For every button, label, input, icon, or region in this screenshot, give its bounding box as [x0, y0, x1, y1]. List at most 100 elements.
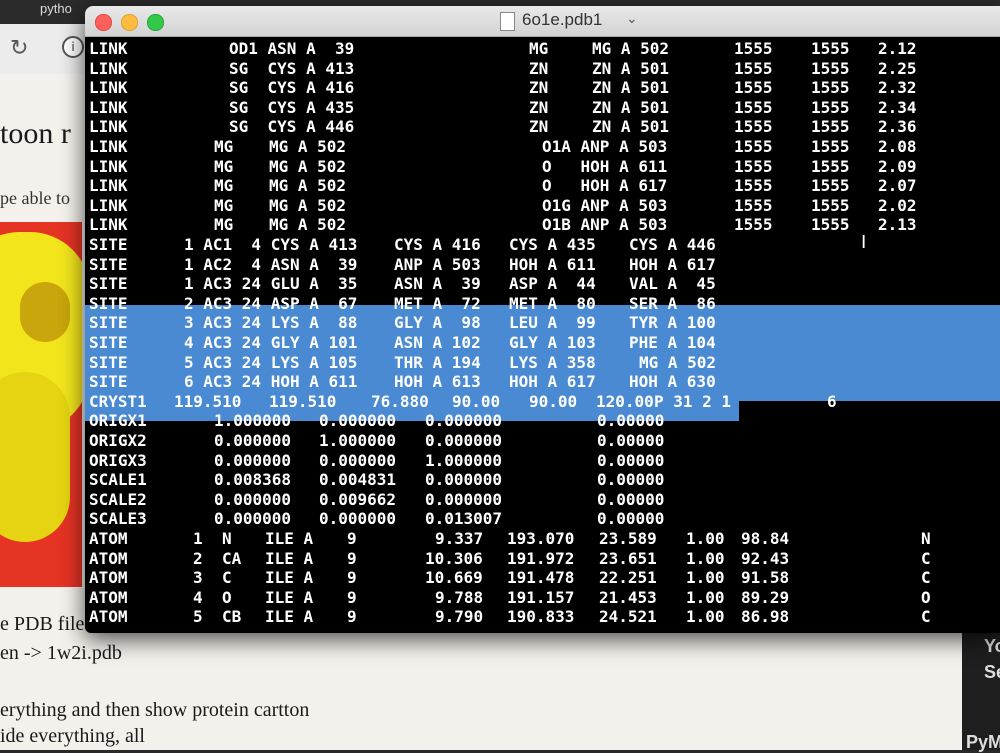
record-field: MG [214, 156, 234, 176]
record-field: 10.669 [425, 568, 483, 588]
page-heading: toon r [0, 117, 71, 150]
record-field: 10.306 [425, 548, 483, 568]
record-field: 0.009662 [319, 489, 397, 509]
record-type: LINK [89, 97, 128, 117]
record-field: 2.36 [878, 117, 917, 137]
record-field: 6 AC3 24 HOH A 611 [184, 372, 358, 392]
record-field: CYS A 416 [394, 235, 481, 254]
record-type: SITE [89, 235, 128, 254]
molecule-image [0, 222, 82, 587]
record-field: MET A 72 [394, 293, 481, 313]
record-type: SITE [89, 274, 128, 294]
record-field: 98.84 [741, 529, 790, 548]
record-type: SITE [89, 352, 128, 372]
record-field: 2.13 [878, 215, 917, 235]
record-field: 1 AC2 4 ASN A 39 [184, 254, 358, 274]
record-field: 1.00 [686, 568, 725, 588]
record-field: C [222, 568, 232, 588]
record-field: ILE A [265, 587, 314, 607]
terminal-window[interactable]: 6o1e.pdb1 ⌄ LINK OD1 ASN A 39 MG MG A 502 15… [85, 6, 1000, 633]
record-type: ATOM [89, 607, 128, 627]
record-field: PHE A 104 [629, 333, 716, 352]
record-field: MG A 502 [639, 352, 717, 372]
record-field: ASN A 39 [394, 274, 481, 294]
record-field: 0.00000 [597, 470, 665, 490]
window-title: 6o1e.pdb1 [522, 10, 603, 29]
record-field: 1.00 [686, 548, 725, 568]
record-field: HOH A 611 [509, 254, 596, 274]
record-type: ATOM [89, 568, 128, 588]
record-field: MG [214, 195, 234, 215]
record-field: 0.00000 [597, 509, 665, 529]
record-field: ASP A 44 [509, 274, 596, 294]
record-field: ANP A 503 [394, 254, 481, 274]
reload-icon[interactable]: ↻ [10, 36, 28, 61]
record-field: 1555 [734, 39, 773, 58]
record-field: SG CYS A 416 [229, 78, 355, 98]
record-field: MG A 502 [269, 156, 347, 176]
record-field: C [921, 607, 931, 627]
record-field: 1555 [811, 39, 850, 58]
record-field: 191.972 [507, 548, 575, 568]
record-field: HOH A 617 [629, 254, 716, 274]
browser-tab[interactable]: pytho [40, 0, 72, 24]
info-icon[interactable]: i [62, 36, 84, 58]
record-field: TYR A 100 [629, 313, 716, 333]
title-bar[interactable]: 6o1e.pdb1 ⌄ [85, 6, 1000, 37]
minimize-icon[interactable] [121, 14, 138, 31]
record-field: 0.00000 [597, 450, 665, 470]
record-field: 1.000000 [425, 450, 503, 470]
record-field: GLY A 98 [394, 313, 481, 333]
record-field: 0.004831 [319, 470, 397, 490]
record-field: 119.510 [269, 391, 337, 411]
record-field: ZN [529, 58, 549, 78]
record-type: LINK [89, 156, 128, 176]
record-type: LINK [89, 78, 128, 98]
record-field: 3 AC3 24 LYS A 88 [184, 313, 358, 333]
record-field: 119.510 [174, 391, 242, 411]
record-field: ILE A [265, 529, 314, 548]
record-field: 0.000000 [214, 489, 292, 509]
record-field: 191.478 [507, 568, 575, 588]
text-cursor-icon: I [861, 232, 867, 253]
record-field: 91.58 [741, 568, 790, 588]
record-field: SG CYS A 446 [229, 117, 355, 137]
record-field: 0.000000 [319, 509, 397, 529]
record-field: N [222, 529, 232, 548]
record-field: 5 AC3 24 LYS A 105 [184, 352, 358, 372]
record-field: ASN A 102 [394, 333, 481, 352]
record-type: SCALE3 [89, 509, 147, 529]
record-field: 1555 [734, 58, 773, 78]
record-type: ORIGX1 [89, 411, 147, 431]
close-icon[interactable] [95, 14, 112, 31]
record-field: O [222, 587, 232, 607]
record-field: ZN [529, 117, 549, 137]
record-field: 21.453 [599, 587, 657, 607]
record-type: SCALE1 [89, 470, 147, 490]
record-field: 4 AC3 24 GLY A 101 [184, 333, 358, 352]
chevron-down-icon[interactable]: ⌄ [626, 11, 638, 27]
terminal-content[interactable]: LINK OD1 ASN A 39 MG MG A 502 1555 1555 2.12 LI… [85, 36, 1000, 633]
record-field: MG A 502 [269, 215, 347, 235]
record-field: 0.013007 [425, 509, 503, 529]
record-field: HOH A 617 [509, 372, 596, 392]
record-field: 0.000000 [214, 509, 292, 529]
page-text: erything and then show protein cartton [0, 699, 310, 721]
record-field: 0.000000 [319, 411, 397, 431]
record-field: 1.000000 [214, 411, 292, 431]
record-type: LINK [89, 215, 128, 235]
record-type: LINK [89, 39, 128, 58]
record-field: 0.00000 [597, 411, 665, 431]
record-type: SITE [89, 313, 128, 333]
record-field: CB [222, 607, 242, 627]
side-panel: Yo Se PyM [962, 630, 1000, 752]
record-field: 9 [347, 607, 357, 627]
record-field: 1555 [734, 156, 773, 176]
record-field: HOH A 630 [629, 372, 716, 392]
record-field: ZN A 501 [592, 117, 670, 137]
record-field: ILE A [265, 607, 314, 627]
record-field: C [921, 568, 931, 588]
zoom-icon[interactable] [147, 14, 164, 31]
record-field: MG [214, 176, 234, 196]
record-field: 2.25 [878, 58, 917, 78]
